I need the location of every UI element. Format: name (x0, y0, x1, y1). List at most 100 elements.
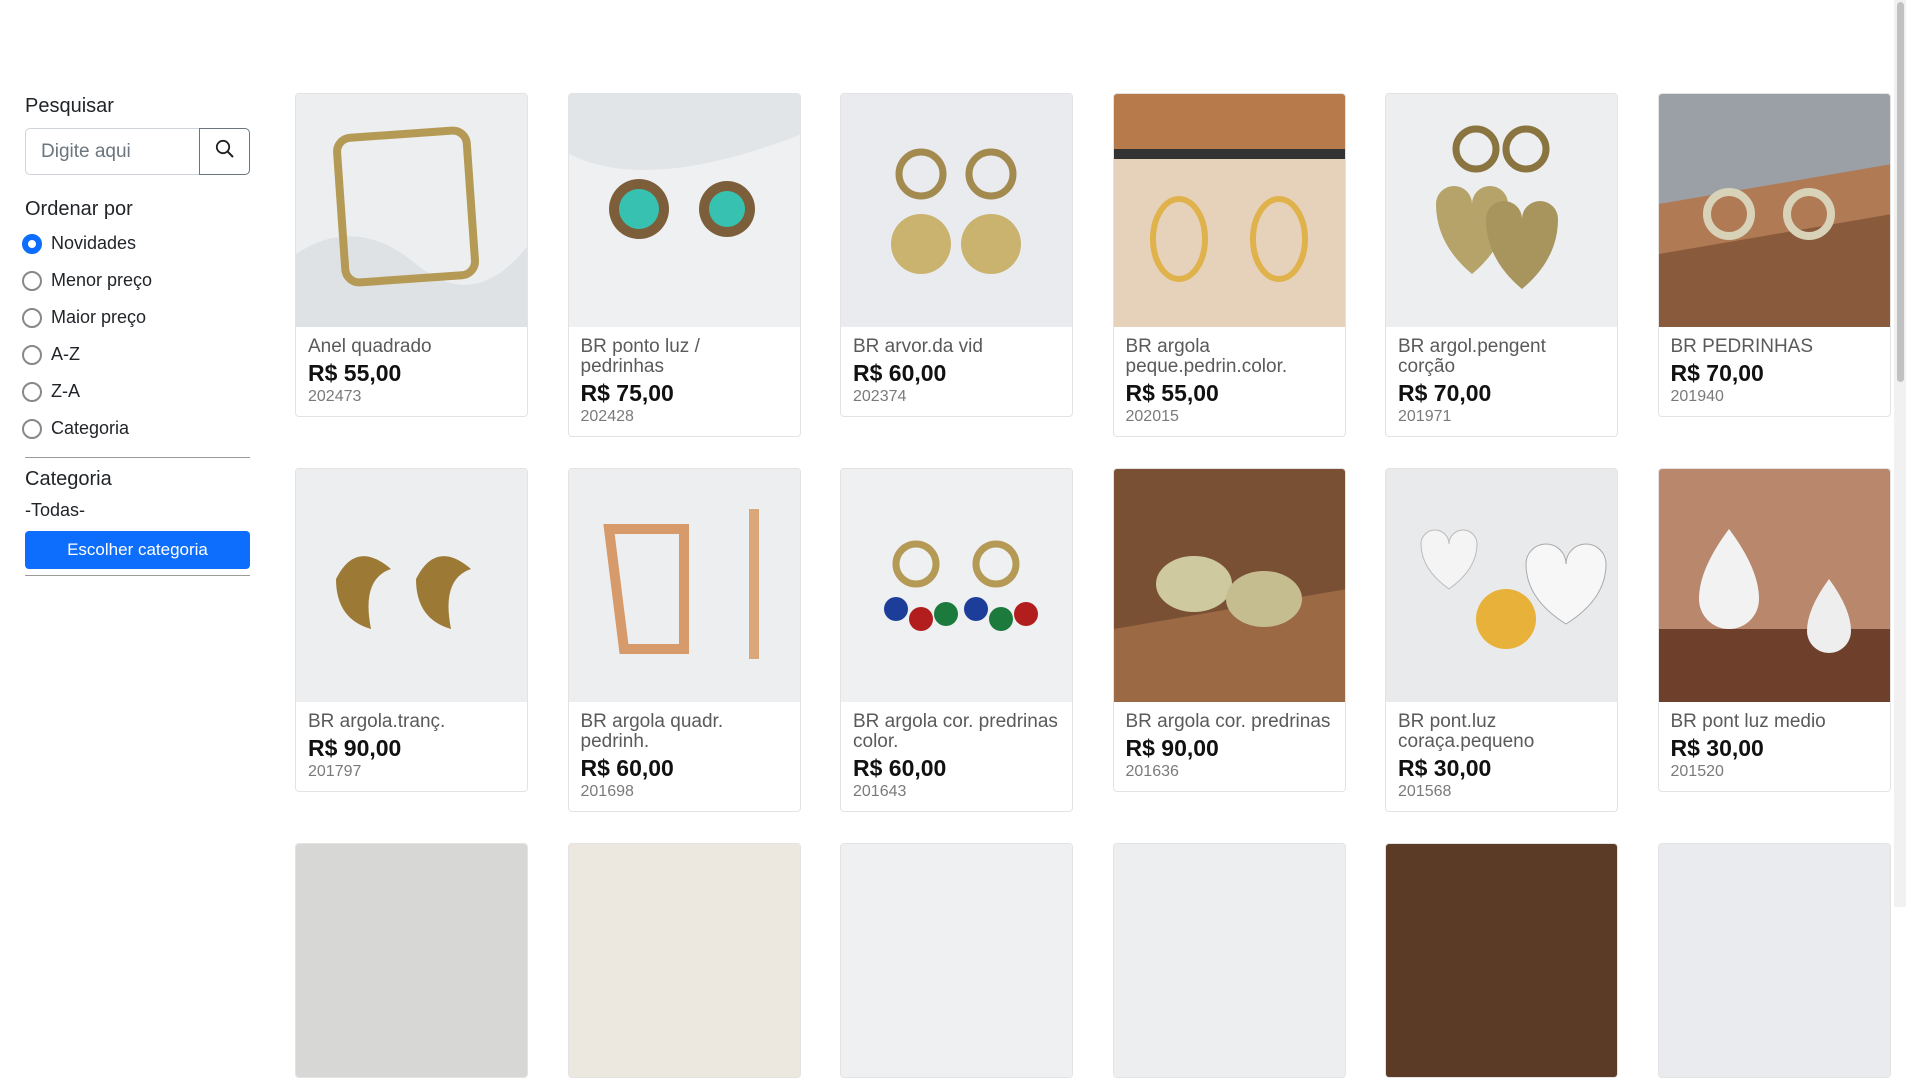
product-info: BR ponto luz / pedrinhas R$ 75,00 202428 (569, 327, 800, 436)
search-group (25, 128, 250, 175)
product-info: Anel quadrado R$ 55,00 202473 (296, 327, 527, 416)
product-price: R$ 55,00 (1125, 380, 1219, 406)
product-card[interactable]: Anel quadrado R$ 55,00 202473 (295, 93, 528, 417)
radio-button[interactable] (22, 344, 42, 365)
search-icon (215, 139, 235, 164)
product-code: 201636 (1125, 763, 1179, 780)
sort-option-label: Novidades (51, 233, 137, 253)
product-card[interactable]: BR PEDRINHAS R$ 70,00 201940 (1657, 93, 1891, 417)
product-name: BR arvor.da vid (853, 336, 983, 357)
radio-button[interactable] (22, 418, 42, 439)
product-name: BR ponto luz / pedrinhas (580, 336, 700, 377)
product-image[interactable] (1658, 94, 1890, 327)
sort-option-label: Maior preço (51, 307, 147, 327)
product-price: R$ 30,00 (1670, 735, 1764, 761)
product-image[interactable] (568, 844, 800, 1077)
product-code: 202374 (853, 388, 907, 405)
product-image[interactable] (568, 469, 800, 702)
category-label: Categoria (25, 468, 112, 490)
sort-option[interactable]: A-Z (22, 336, 250, 373)
product-price: R$ 70,00 (1670, 360, 1764, 386)
product-card[interactable] (1657, 843, 1891, 1078)
product-info: BR pont.luz coraça.pequeno R$ 30,00 201568 (1386, 702, 1617, 811)
product-card[interactable]: BR argola cor. predrinas R$ 90,00 201636 (1112, 468, 1346, 792)
product-name: BR argola cor. predrinas (1125, 711, 1331, 732)
product-info: BR pont luz medio R$ 30,00 201520 (1659, 702, 1890, 791)
product-image[interactable] (1658, 844, 1890, 1077)
product-card[interactable]: BR argola peque.pedrin.color. R$ 55,00 202… (1112, 93, 1346, 437)
product-price: R$ 30,00 (1398, 755, 1492, 781)
sort-option[interactable]: Maior preço (22, 299, 250, 336)
product-price: R$ 55,00 (308, 360, 402, 386)
category-value: -Todas- (25, 500, 86, 520)
product-image[interactable] (1386, 844, 1617, 1077)
product-card[interactable]: BR ponto luz / pedrinhas R$ 75,00 202428 (567, 93, 801, 437)
product-image[interactable] (1386, 469, 1617, 702)
sort-option-label: Menor preço (51, 270, 153, 290)
product-image[interactable] (296, 94, 527, 327)
product-image[interactable] (568, 94, 800, 327)
product-code: 202428 (580, 408, 634, 425)
product-name: BR argola peque.pedrin.color. (1125, 336, 1288, 377)
radio-button[interactable] (22, 233, 42, 254)
product-name: BR argola cor. predrinas color. (853, 711, 1058, 752)
product-image[interactable] (1113, 844, 1345, 1077)
sort-option[interactable]: Menor preço (22, 262, 250, 299)
sort-option[interactable]: Categoria (22, 410, 250, 447)
product-card[interactable] (1112, 843, 1346, 1078)
product-code: 201568 (1398, 783, 1452, 800)
product-card[interactable] (567, 843, 801, 1078)
page-scrollbar[interactable] (1894, 0, 1906, 907)
product-image[interactable] (1113, 94, 1345, 327)
product-image[interactable] (1386, 94, 1617, 327)
product-info: BR argol.pengent corção R$ 70,00 201971 (1386, 327, 1617, 436)
product-card[interactable]: BR argol.pengent corção R$ 70,00 201971 (1385, 93, 1618, 437)
product-price: R$ 90,00 (308, 735, 402, 761)
product-price: R$ 70,00 (1398, 380, 1492, 406)
product-code: 202015 (1125, 408, 1179, 425)
product-card[interactable]: BR argola.tranç. R$ 90,00 201797 (295, 468, 528, 792)
product-card[interactable] (1385, 843, 1618, 1078)
product-image[interactable] (296, 469, 527, 702)
product-card[interactable]: BR pont.luz coraça.pequeno R$ 30,00 201568 (1385, 468, 1618, 812)
product-info: BR argola cor. predrinas color. R$ 60,00 2… (841, 702, 1072, 811)
product-image[interactable] (1658, 469, 1890, 702)
search-button[interactable] (199, 128, 250, 175)
product-card[interactable] (295, 843, 528, 1078)
sort-option-label: A-Z (51, 344, 80, 364)
product-name: BR PEDRINHAS (1670, 336, 1814, 357)
divider (25, 575, 250, 576)
product-image[interactable] (841, 844, 1072, 1077)
product-info: BR PEDRINHAS R$ 70,00 201940 (1659, 327, 1890, 416)
product-card[interactable]: BR argola cor. predrinas color. R$ 60,00 2… (840, 468, 1073, 812)
product-card[interactable]: BR pont luz medio R$ 30,00 201520 (1657, 468, 1891, 792)
product-card[interactable] (840, 843, 1073, 1078)
product-code: 201520 (1670, 763, 1724, 780)
scrollbar-thumb[interactable] (1897, 2, 1904, 382)
product-image[interactable] (296, 844, 527, 1077)
product-image[interactable] (841, 94, 1072, 327)
product-code: 201698 (580, 783, 634, 800)
product-name: BR argol.pengent corção (1398, 336, 1546, 377)
product-info: BR argola.tranç. R$ 90,00 201797 (296, 702, 527, 791)
sort-option-label: Z-A (51, 381, 80, 401)
product-card[interactable]: BR argola quadr. pedrinh. R$ 60,00 201698 (567, 468, 801, 812)
product-card[interactable]: BR arvor.da vid R$ 60,00 202374 (840, 93, 1073, 417)
product-image[interactable] (841, 469, 1072, 702)
product-name: BR pont luz medio (1670, 711, 1826, 732)
sort-options: Novidades Menor preço Maior preço A-Z Z-A Cat… (22, 225, 250, 447)
product-code: 202473 (308, 388, 362, 405)
choose-category-button[interactable]: Escolher categoria (25, 531, 250, 569)
product-code: 201971 (1398, 408, 1452, 425)
search-input[interactable] (25, 128, 199, 175)
radio-button[interactable] (22, 270, 42, 291)
radio-button[interactable] (22, 307, 42, 328)
product-image[interactable] (1113, 469, 1345, 702)
product-code: 201643 (853, 783, 907, 800)
product-name: Anel quadrado (308, 336, 432, 357)
sort-option[interactable]: Z-A (22, 373, 250, 410)
product-price: R$ 75,00 (580, 380, 674, 406)
product-code: 201940 (1670, 388, 1724, 405)
radio-button[interactable] (22, 381, 42, 402)
sort-option[interactable]: Novidades (22, 225, 250, 262)
